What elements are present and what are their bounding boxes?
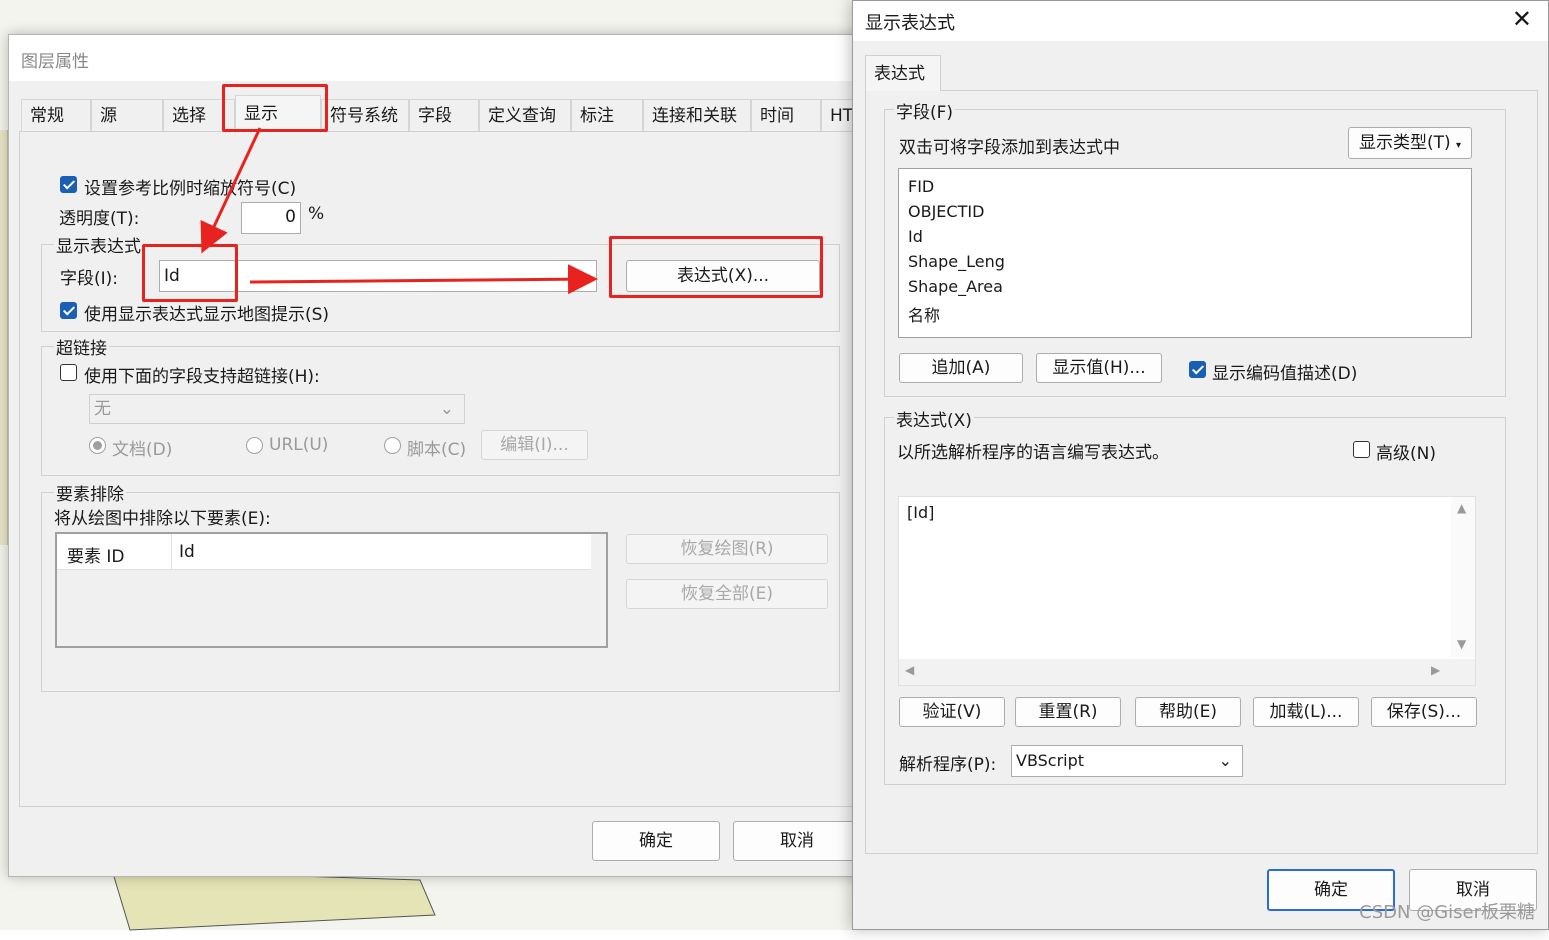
map-strip (0, 130, 8, 545)
parser-value: VBScript (1016, 751, 1085, 770)
dialog-title: 显示表达式 (865, 13, 955, 34)
chevron-down-icon: ⌄ (439, 399, 454, 419)
layer-properties-dialog: 图层属性 常规 源 选择 显示 符号系统 字段 定义查询 标注 连接和关联 时间… (8, 34, 878, 877)
advanced-checkbox[interactable] (1353, 441, 1370, 458)
parser-dropdown[interactable]: VBScript ⌄ (1011, 745, 1243, 777)
field-item[interactable]: 名称 (908, 302, 940, 326)
hyperlink-support-checkbox[interactable] (60, 364, 77, 381)
hyperlink-support-label: 使用下面的字段支持超链接(H): (84, 367, 320, 387)
scroll-left-icon[interactable]: ◀ (905, 663, 914, 677)
tab-general[interactable]: 常规 (21, 99, 91, 131)
display-expression-dialog: 显示表达式 ✕ 表达式 字段(F) 双击可将字段添加到表达式中 显示类型(T) … (852, 0, 1549, 930)
help-button[interactable]: 帮助(E) (1135, 697, 1241, 727)
expression-tab-panel: 字段(F) 双击可将字段添加到表达式中 显示类型(T) ▾ FID OBJECT… (865, 90, 1538, 854)
expression-group-label: 表达式(X) (894, 406, 974, 431)
show-coded-label: 显示编码值描述(D) (1212, 364, 1358, 384)
chevron-down-icon: ⌄ (1218, 751, 1232, 770)
advanced-label: 高级(N) (1376, 444, 1436, 464)
fields-group-label: 字段(F) (894, 98, 956, 123)
exclusion-table[interactable]: 要素 ID Id (55, 532, 608, 648)
append-button[interactable]: 追加(A) (899, 353, 1023, 383)
column-separator (171, 534, 172, 570)
load-button[interactable]: 加载(L)... (1253, 697, 1359, 727)
radio-url[interactable] (246, 437, 263, 454)
annotation-expression-button-box (609, 236, 823, 298)
edit-button[interactable]: 编辑(I)... (481, 430, 588, 460)
field-item[interactable]: OBJECTID (908, 202, 984, 221)
horizontal-scrollbar[interactable]: ◀ ▶ (899, 659, 1453, 685)
display-tab-panel: 设置参考比例时缩放符号(C) 透明度(T): 0 % 显示表达式 字段(I): … (19, 131, 869, 807)
feature-exclusion-group-label: 要素排除 (54, 480, 126, 505)
restore-drawing-button[interactable]: 恢复绘图(R) (626, 534, 828, 564)
fields-listbox[interactable]: FID OBJECTID Id Shape_Leng Shape_Area 名称 (898, 168, 1472, 338)
ok-button[interactable]: 确定 (592, 821, 720, 861)
reset-button[interactable]: 重置(R) (1015, 697, 1121, 727)
scale-symbols-checkbox[interactable] (60, 176, 77, 193)
watermark: CSDN @Giser板栗糖 (1359, 902, 1535, 923)
cancel-button[interactable]: 取消 (733, 821, 861, 861)
display-expression-group-label: 显示表达式 (54, 232, 143, 257)
hyperlink-field-dropdown[interactable]: 无 ⌄ (89, 394, 465, 424)
title-bar (853, 1, 1548, 41)
radio-script-label: 脚本(C) (407, 440, 467, 460)
transparency-input[interactable]: 0 (241, 202, 301, 234)
field-item[interactable]: Shape_Area (908, 277, 1003, 296)
tab-symbology[interactable]: 符号系统 (321, 99, 409, 131)
exclusion-table-header: 要素 ID Id (57, 534, 591, 570)
field-label: 字段(I): (60, 269, 119, 289)
show-type-button[interactable]: 显示类型(T) ▾ (1348, 127, 1472, 159)
title-bar (9, 35, 877, 81)
scroll-right-icon[interactable]: ▶ (1431, 663, 1440, 677)
hyperlink-group-label: 超链接 (54, 334, 109, 359)
column-feature-id: 要素 ID (67, 547, 125, 567)
annotation-display-tab-box (222, 84, 328, 132)
show-values-button[interactable]: 显示值(H)... (1036, 353, 1162, 383)
hyperlink-field-value: 无 (94, 399, 111, 419)
parser-label: 解析程序(P): (899, 755, 997, 775)
exclusion-label: 将从绘图中排除以下要素(E): (54, 509, 271, 529)
tab-labels[interactable]: 标注 (571, 99, 643, 131)
expression-editor[interactable]: [Id] ▲ ▼ ◀ ▶ (898, 496, 1476, 686)
restore-all-button[interactable]: 恢复全部(E) (626, 579, 828, 609)
transparency-unit: % (308, 204, 325, 224)
field-item[interactable]: Id (908, 227, 923, 246)
vertical-scrollbar[interactable]: ▲ ▼ (1451, 497, 1475, 657)
radio-document-label: 文档(D) (112, 440, 173, 460)
tab-joins-relates[interactable]: 连接和关联 (643, 99, 751, 131)
scroll-down-icon[interactable]: ▼ (1457, 637, 1466, 651)
tab-expression[interactable]: 表达式 (865, 55, 941, 91)
scale-symbols-label: 设置参考比例时缩放符号(C) (84, 179, 297, 199)
save-button[interactable]: 保存(S)... (1371, 697, 1477, 727)
field-item[interactable]: FID (908, 177, 934, 196)
transparency-label: 透明度(T): (59, 209, 140, 229)
verify-button[interactable]: 验证(V) (899, 697, 1005, 727)
show-coded-checkbox[interactable] (1189, 361, 1206, 378)
close-icon[interactable]: ✕ (1512, 5, 1532, 33)
expression-text: [Id] (907, 503, 935, 522)
column-id: Id (179, 542, 195, 562)
scroll-up-icon[interactable]: ▲ (1457, 501, 1466, 515)
scrollbar-corner (1451, 659, 1475, 685)
radio-document[interactable] (89, 437, 106, 454)
use-maptips-checkbox[interactable] (60, 302, 77, 319)
tab-definition-query[interactable]: 定义查询 (479, 99, 571, 131)
expression-hint: 以所选解析程序的语言编写表达式。 (897, 443, 1169, 463)
radio-script[interactable] (384, 437, 401, 454)
tab-time[interactable]: 时间 (751, 99, 821, 131)
tab-source[interactable]: 源 (91, 99, 163, 131)
dialog-title: 图层属性 (21, 52, 89, 72)
dropdown-arrow-icon: ▾ (1456, 140, 1462, 151)
show-type-label: 显示类型(T) (1358, 133, 1451, 153)
use-maptips-label: 使用显示表达式显示地图提示(S) (84, 305, 330, 325)
field-item[interactable]: Shape_Leng (908, 252, 1005, 271)
tab-fields[interactable]: 字段 (409, 99, 479, 131)
fields-hint: 双击可将字段添加到表达式中 (899, 138, 1120, 158)
annotation-field-box (142, 244, 238, 302)
radio-url-label: URL(U) (269, 435, 329, 455)
